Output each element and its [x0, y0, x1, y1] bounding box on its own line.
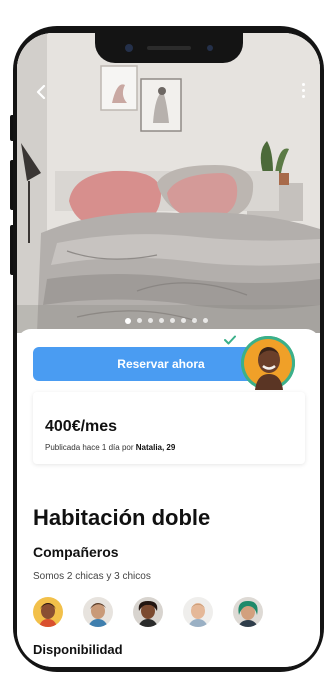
- gallery-dot[interactable]: [137, 318, 142, 323]
- gallery-dot[interactable]: [170, 318, 175, 323]
- gallery-pagination-dots: [125, 317, 208, 324]
- room-title: Habitación doble: [33, 505, 211, 530]
- gallery-dot[interactable]: [192, 318, 197, 323]
- posted-info: Publicada hace 1 día por Natalia, 29: [45, 443, 175, 452]
- roommate-avatar[interactable]: [133, 597, 163, 627]
- host-name[interactable]: Natalia, 29: [136, 443, 176, 452]
- roommates-heading: Compañeros: [33, 544, 119, 560]
- camera-lens: [125, 44, 133, 52]
- price-card: 400€/mes Publicada hace 1 día por Natali…: [33, 392, 305, 464]
- more-vertical-icon[interactable]: [302, 83, 306, 101]
- roommates-avatar-list: [33, 597, 263, 627]
- speaker-grille: [147, 46, 191, 50]
- camera-notch: [95, 33, 243, 63]
- verified-check-icon: [224, 334, 236, 348]
- bedroom-photo-illustration: [17, 33, 320, 333]
- listing-sheet: Reservar ahora 400€/mes Publicada hace 1…: [17, 329, 320, 667]
- phone-screen: Reservar ahora 400€/mes Publicada hace 1…: [17, 33, 320, 667]
- roommates-description: Somos 2 chicas y 3 chicos: [33, 571, 151, 582]
- chevron-left-icon[interactable]: [35, 81, 47, 103]
- gallery-dot[interactable]: [203, 318, 208, 323]
- roommate-avatar[interactable]: [33, 597, 63, 627]
- gallery-dot[interactable]: [181, 318, 186, 323]
- posted-prefix: Publicada hace 1 día por: [45, 443, 134, 452]
- gallery-dot[interactable]: [148, 318, 153, 323]
- price-label: 400€/mes: [45, 418, 118, 435]
- host-avatar-photo: [241, 336, 295, 390]
- availability-heading: Disponibilidad: [33, 642, 123, 657]
- roommate-avatar[interactable]: [83, 597, 113, 627]
- sensor-dot: [207, 45, 213, 51]
- host-avatar[interactable]: [241, 336, 295, 390]
- gallery-dot[interactable]: [159, 318, 164, 323]
- roommate-avatar[interactable]: [183, 597, 213, 627]
- roommate-avatar[interactable]: [233, 597, 263, 627]
- room-photo[interactable]: [17, 33, 320, 333]
- gallery-dot[interactable]: [125, 317, 131, 324]
